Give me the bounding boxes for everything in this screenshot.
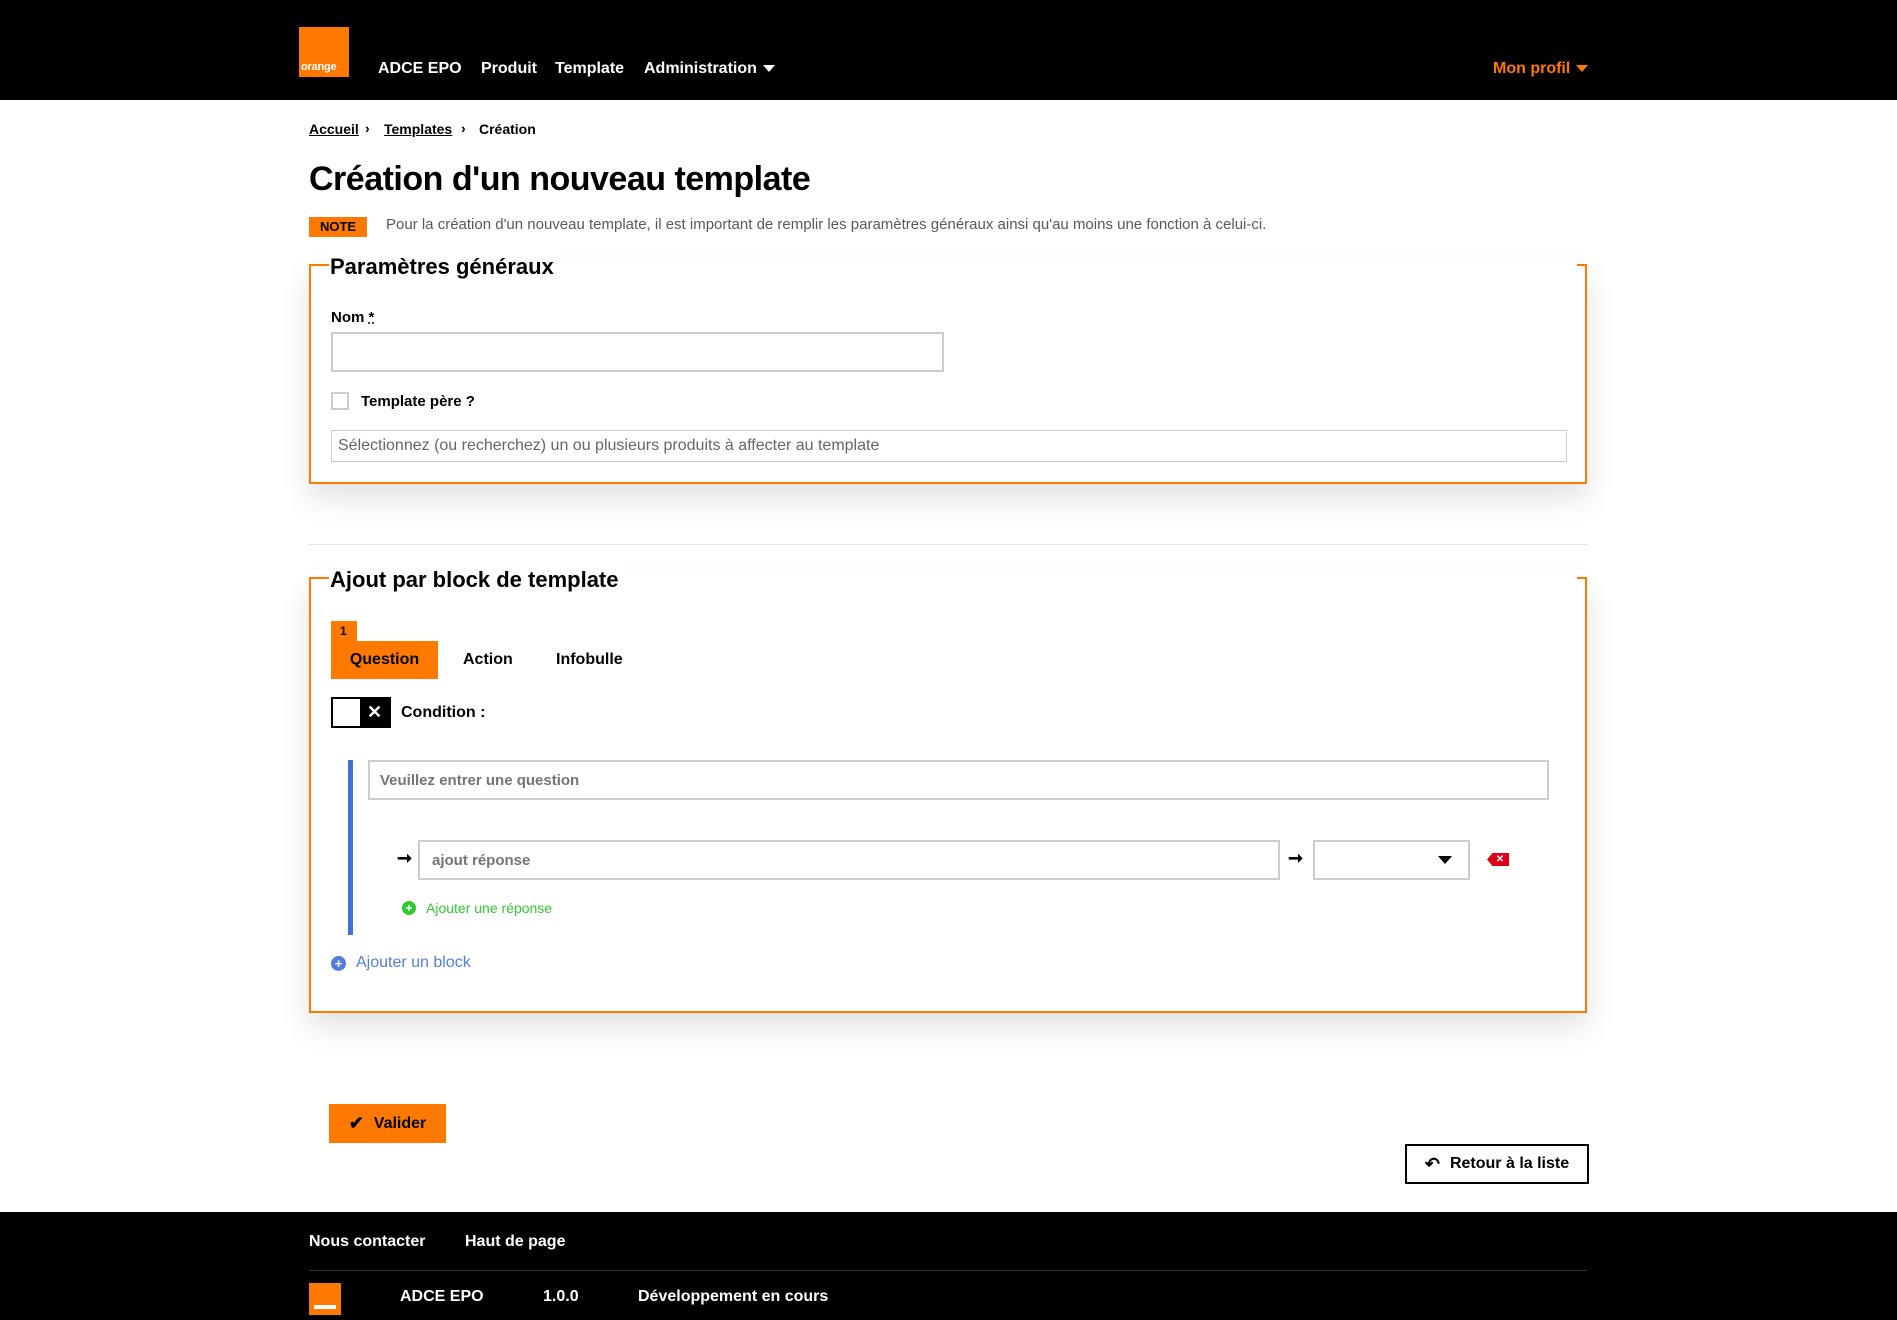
footer-top-link[interactable]: Haut de page [465, 1233, 565, 1251]
tab-infobulle[interactable]: Infobulle [556, 651, 623, 669]
add-answer-label: Ajouter une réponse [426, 900, 553, 916]
close-icon: ✕ [360, 699, 389, 726]
question-input[interactable] [368, 760, 1549, 800]
chevron-down-icon [1576, 65, 1589, 73]
check-icon: ✔ [348, 1113, 364, 1133]
breadcrumb-accueil[interactable]: Accueil [309, 121, 359, 137]
template-blocks-legend: Ajout par block de template [330, 567, 625, 593]
answer-input[interactable] [418, 840, 1280, 880]
validate-button[interactable]: ✔ Valider [329, 1104, 446, 1143]
note-text: Pour la création d'un nouveau template, … [386, 216, 1267, 233]
chevron-right-icon: › [461, 120, 466, 136]
name-label: Nom * [331, 309, 374, 326]
footer-app-name: ADCE EPO [400, 1288, 484, 1305]
name-input[interactable] [331, 332, 944, 372]
orange-footer-logo [309, 1283, 341, 1315]
name-label-text: Nom [331, 309, 365, 326]
undo-icon: ↶ [1424, 1153, 1440, 1174]
general-parameters-legend: Paramètres généraux [330, 254, 560, 280]
footer-contact-link[interactable]: Nous contacter [309, 1233, 425, 1251]
profile-menu[interactable]: Mon profil [1493, 60, 1589, 78]
add-block-label: Ajouter un block [356, 954, 471, 971]
plus-circle-icon: + [402, 901, 416, 915]
answer-target-select[interactable] [1313, 840, 1470, 880]
chevron-down-icon [762, 65, 775, 73]
block-number-badge: 1 [331, 621, 357, 641]
condition-toggle[interactable]: ✕ [331, 697, 391, 728]
nav-administration-label: Administration [644, 60, 757, 77]
add-block-link[interactable]: + Ajouter un block [331, 954, 471, 972]
orange-logo[interactable]: orange [299, 27, 349, 77]
block-indent-bar [348, 760, 353, 935]
required-mark: * [368, 309, 375, 326]
products-select[interactable]: Sélectionnez (ou recherchez) un ou plusi… [331, 430, 1567, 462]
note-badge: NOTE [309, 217, 367, 237]
footer-status: Développement en cours [638, 1288, 829, 1305]
nav-administration[interactable]: Administration [644, 60, 775, 78]
chevron-right-icon: › [365, 120, 370, 136]
tab-action[interactable]: Action [463, 651, 513, 669]
arrow-right-icon: ➞ [397, 848, 413, 868]
page-title: Création d'un nouveau template [309, 160, 811, 198]
condition-label: Condition : [401, 704, 486, 721]
breadcrumb-current: Création [479, 121, 536, 137]
nav-produit[interactable]: Produit [481, 60, 537, 78]
chevron-down-icon [1438, 856, 1452, 864]
nav-template[interactable]: Template [555, 60, 624, 78]
top-navigation-bar [0, 0, 1897, 100]
validate-label: Valider [373, 1114, 427, 1132]
profile-label: Mon profil [1493, 60, 1571, 77]
footer-divider [309, 1270, 1587, 1271]
nav-adce-epo[interactable]: ADCE EPO [378, 60, 462, 78]
back-to-list-button[interactable]: ↶ Retour à la liste [1405, 1144, 1589, 1184]
add-answer-link[interactable]: + Ajouter une réponse [402, 900, 552, 916]
tab-question[interactable]: Question [331, 641, 438, 679]
arrow-right-icon: ➞ [1288, 848, 1304, 868]
back-to-list-label: Retour à la liste [1449, 1155, 1570, 1172]
breadcrumb-templates[interactable]: Templates [384, 121, 452, 137]
footer [0, 1212, 1897, 1320]
plus-circle-icon: + [331, 955, 346, 971]
parent-template-label: Template père ? [361, 393, 475, 410]
footer-version: 1.0.0 [543, 1288, 579, 1305]
logo-text: orange [301, 61, 337, 73]
section-divider [309, 544, 1587, 545]
parent-template-checkbox[interactable] [331, 392, 349, 410]
